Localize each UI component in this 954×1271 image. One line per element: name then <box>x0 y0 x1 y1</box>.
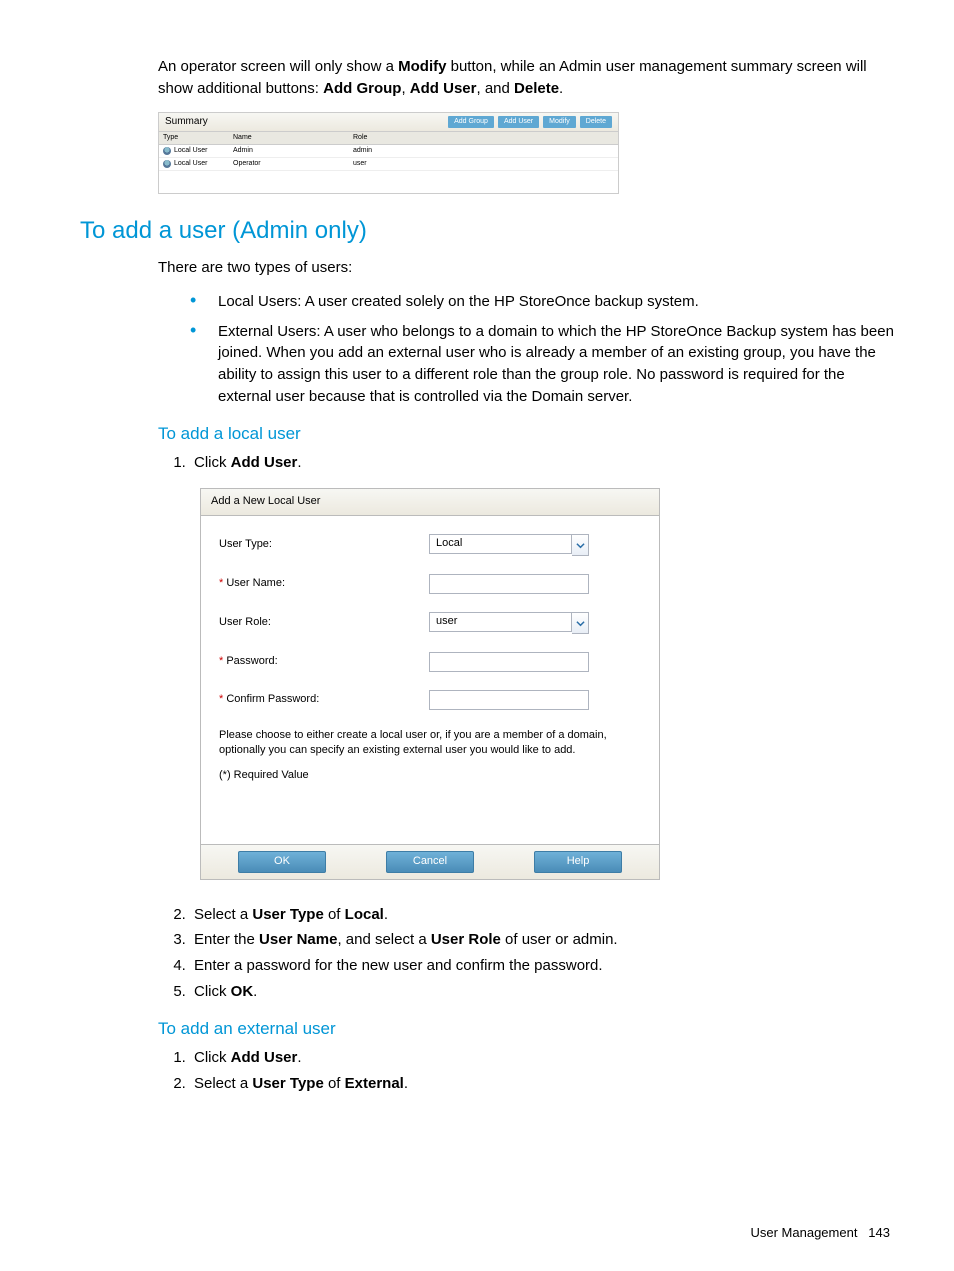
delete-button[interactable]: Delete <box>580 116 612 128</box>
step: Select a User Type of External. <box>190 1073 894 1095</box>
bullet-local: Local Users: A user created solely on th… <box>190 291 894 313</box>
help-button[interactable]: Help <box>534 851 622 873</box>
col-type: Type <box>159 132 229 145</box>
helper-text: Please choose to either create a local u… <box>219 728 641 758</box>
add-group-button[interactable]: Add Group <box>448 116 494 128</box>
summary-titlebar: Summary Add Group Add User Modify Delete <box>159 113 618 133</box>
cancel-button[interactable]: Cancel <box>386 851 474 873</box>
user-icon <box>163 147 171 155</box>
bullet-external: External Users: A user who belongs to a … <box>190 321 894 408</box>
label-user-name: * User Name: <box>219 576 429 592</box>
label-password: * Password: <box>219 654 429 670</box>
two-types-text: There are two types of users: <box>158 257 894 279</box>
step: Click Add User. <box>190 1047 894 1069</box>
step: Select a User Type of Local. <box>190 904 894 926</box>
table-cell: Admin <box>229 145 349 158</box>
step: Click Add User. <box>190 452 894 474</box>
user-type-select[interactable]: Local <box>429 534 572 554</box>
confirm-password-field[interactable] <box>429 690 589 710</box>
modify-button[interactable]: Modify <box>543 116 576 128</box>
table-row: Local User <box>159 158 229 171</box>
chevron-down-icon[interactable] <box>572 534 589 556</box>
label-user-role: User Role: <box>219 615 429 631</box>
required-note: (*) Required Value <box>219 768 641 784</box>
add-user-dialog: Add a New Local User User Type: Local * … <box>200 488 660 880</box>
user-name-field[interactable] <box>429 574 589 594</box>
summary-screenshot: Summary Add Group Add User Modify Delete… <box>158 112 619 195</box>
page-footer: User Management 143 <box>751 1224 891 1243</box>
user-role-select[interactable]: user <box>429 612 572 632</box>
add-user-button[interactable]: Add User <box>498 116 539 128</box>
step: Enter the User Name, and select a User R… <box>190 929 894 951</box>
table-row: Local User <box>159 145 229 158</box>
chevron-down-icon[interactable] <box>572 612 589 634</box>
table-cell: user <box>349 158 618 171</box>
password-field[interactable] <box>429 652 589 672</box>
label-user-type: User Type: <box>219 537 429 553</box>
col-role: Role <box>349 132 618 145</box>
intro-paragraph: An operator screen will only show a Modi… <box>158 56 894 100</box>
col-name: Name <box>229 132 349 145</box>
heading-add-user-admin: To add a user (Admin only) <box>80 214 894 249</box>
step: Enter a password for the new user and co… <box>190 955 894 977</box>
label-confirm-password: * Confirm Password: <box>219 692 429 708</box>
dialog-title: Add a New Local User <box>201 489 659 516</box>
heading-add-external: To add an external user <box>158 1017 894 1042</box>
user-icon <box>163 160 171 168</box>
ok-button[interactable]: OK <box>238 851 326 873</box>
step: Click OK. <box>190 981 894 1003</box>
heading-add-local: To add a local user <box>158 422 894 447</box>
table-cell: Operator <box>229 158 349 171</box>
table-cell: admin <box>349 145 618 158</box>
